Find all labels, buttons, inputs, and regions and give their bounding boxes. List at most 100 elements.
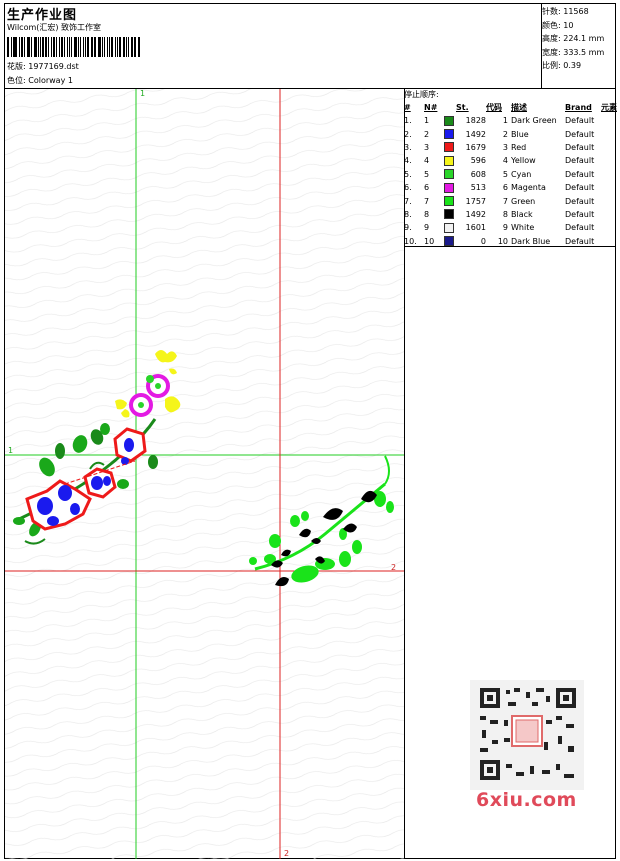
barcode-bar bbox=[93, 37, 95, 57]
color-swatch bbox=[444, 115, 454, 126]
thread-brand: Default bbox=[565, 129, 595, 139]
thread-code: 4 bbox=[502, 156, 508, 166]
thread-row: 3. 3 1679 3 Red Default bbox=[404, 141, 617, 154]
color-count: 颜色: 10 bbox=[542, 20, 574, 30]
barcode-bar bbox=[10, 37, 12, 57]
barcode-bar bbox=[133, 37, 135, 57]
watermark-brand: 6xiu.com bbox=[476, 789, 577, 811]
thread-stitches: 1828 bbox=[465, 116, 486, 126]
thread-brand: Default bbox=[565, 156, 595, 166]
col-element: 元素 bbox=[601, 103, 617, 112]
barcode-bar bbox=[111, 37, 113, 57]
thread-stitches: 1492 bbox=[465, 209, 486, 219]
col-description: 描述 bbox=[511, 103, 527, 112]
thread-row: 6. 6 513 6 Magenta Default bbox=[404, 181, 617, 194]
barcode-bar bbox=[26, 37, 28, 57]
thread-brand: Default bbox=[565, 183, 595, 193]
barcode-bar bbox=[135, 37, 137, 57]
software-label: Wilcom(汇宏) 致饰工作室 bbox=[7, 23, 102, 32]
thread-swatch bbox=[444, 194, 456, 207]
thread-table: # N# St. 代码 描述 Brand 元素 1. 1 1828 1 Dark Gre… bbox=[404, 101, 617, 248]
thread-seq: 10. bbox=[404, 236, 417, 246]
thread-seq: 3. bbox=[404, 142, 412, 152]
colorway-label: 色位: Colorway 1 bbox=[7, 76, 73, 85]
barcode-bar bbox=[127, 37, 129, 57]
barcode-bar bbox=[83, 37, 85, 57]
thread-code: 9 bbox=[502, 223, 508, 233]
thread-stitches: 1492 bbox=[465, 129, 486, 139]
design-height: 高度: 224.1 mm bbox=[542, 34, 605, 44]
thread-needle: 9 bbox=[424, 223, 430, 233]
barcode-bar bbox=[66, 37, 69, 57]
thread-brand: Default bbox=[565, 236, 595, 246]
col-seq: # bbox=[404, 103, 411, 112]
barcode-bar bbox=[101, 37, 103, 57]
thread-swatch bbox=[444, 235, 456, 248]
color-swatch bbox=[444, 169, 454, 180]
thread-swatch bbox=[444, 114, 456, 127]
barcode-bar bbox=[123, 37, 126, 57]
thread-seq: 7. bbox=[404, 196, 412, 206]
stitch-count: 针数: 11568 bbox=[542, 7, 589, 16]
color-swatch bbox=[444, 182, 454, 193]
thread-row: 10. 10 0 10 Dark Blue Default bbox=[404, 235, 617, 248]
thread-needle: 3 bbox=[424, 142, 430, 152]
thread-needle: 4 bbox=[424, 156, 430, 166]
thread-seq: 8. bbox=[404, 209, 412, 219]
thread-row: 5. 5 608 5 Cyan Default bbox=[404, 168, 617, 181]
barcode-bar bbox=[95, 37, 97, 57]
barcode-bar bbox=[90, 37, 93, 57]
thread-seq: 5. bbox=[404, 169, 412, 179]
color-swatch bbox=[444, 222, 454, 233]
thread-description: Red bbox=[511, 142, 527, 152]
thread-needle: 6 bbox=[424, 183, 430, 193]
qr-code-icon bbox=[470, 680, 584, 790]
thread-description: Cyan bbox=[511, 169, 532, 179]
barcode-bar bbox=[61, 37, 63, 57]
barcode-bar bbox=[31, 37, 33, 57]
barcode-bar bbox=[138, 37, 141, 57]
barcode-bar bbox=[52, 37, 56, 57]
guide-marker-left-1: 1 bbox=[8, 446, 13, 455]
thread-code: 10 bbox=[497, 236, 508, 246]
barcode-bar bbox=[56, 37, 58, 57]
col-brand: Brand bbox=[565, 103, 592, 112]
thread-description: Yellow bbox=[511, 156, 536, 166]
thread-needle: 5 bbox=[424, 169, 430, 179]
thread-seq: 1. bbox=[404, 116, 412, 126]
thread-needle: 8 bbox=[424, 209, 430, 219]
thread-swatch bbox=[444, 221, 456, 234]
barcode-bar bbox=[103, 37, 105, 57]
color-swatch bbox=[444, 142, 454, 153]
barcode-bar bbox=[19, 37, 20, 57]
col-stitches: St. bbox=[456, 103, 469, 112]
page-title: 生产作业图 bbox=[7, 8, 78, 23]
barcode-bar bbox=[28, 37, 31, 57]
thread-swatch bbox=[444, 154, 456, 167]
thread-row: 4. 4 596 4 Yellow Default bbox=[404, 154, 617, 167]
thread-code: 7 bbox=[502, 196, 508, 206]
thread-code: 3 bbox=[502, 142, 508, 152]
guide-marker-top-1: 1 bbox=[140, 89, 145, 98]
stats-panel: 针数: 11568 颜色: 10 高度: 224.1 mm 宽度: 333.5 … bbox=[542, 5, 604, 73]
thread-stitches: 608 bbox=[470, 169, 486, 179]
thread-stitches: 1679 bbox=[465, 142, 486, 152]
barcode-bar bbox=[98, 37, 101, 57]
thread-code: 6 bbox=[502, 183, 508, 193]
barcode-bar bbox=[47, 37, 49, 57]
thread-description: Magenta bbox=[511, 183, 546, 193]
thread-brand: Default bbox=[565, 209, 595, 219]
thread-code: 1 bbox=[502, 116, 508, 126]
thread-brand: Default bbox=[565, 169, 595, 179]
color-swatch bbox=[444, 155, 454, 166]
thread-seq: 9. bbox=[404, 223, 412, 233]
thread-swatch bbox=[444, 141, 456, 154]
thread-swatch bbox=[444, 208, 456, 221]
thread-code: 2 bbox=[502, 129, 508, 139]
thread-swatch bbox=[444, 181, 456, 194]
barcode-bar bbox=[114, 37, 116, 57]
barcode-bar bbox=[23, 37, 25, 57]
barcode-bar bbox=[106, 37, 109, 57]
thread-brand: Default bbox=[565, 116, 595, 126]
thread-stitches: 1757 bbox=[465, 196, 486, 206]
